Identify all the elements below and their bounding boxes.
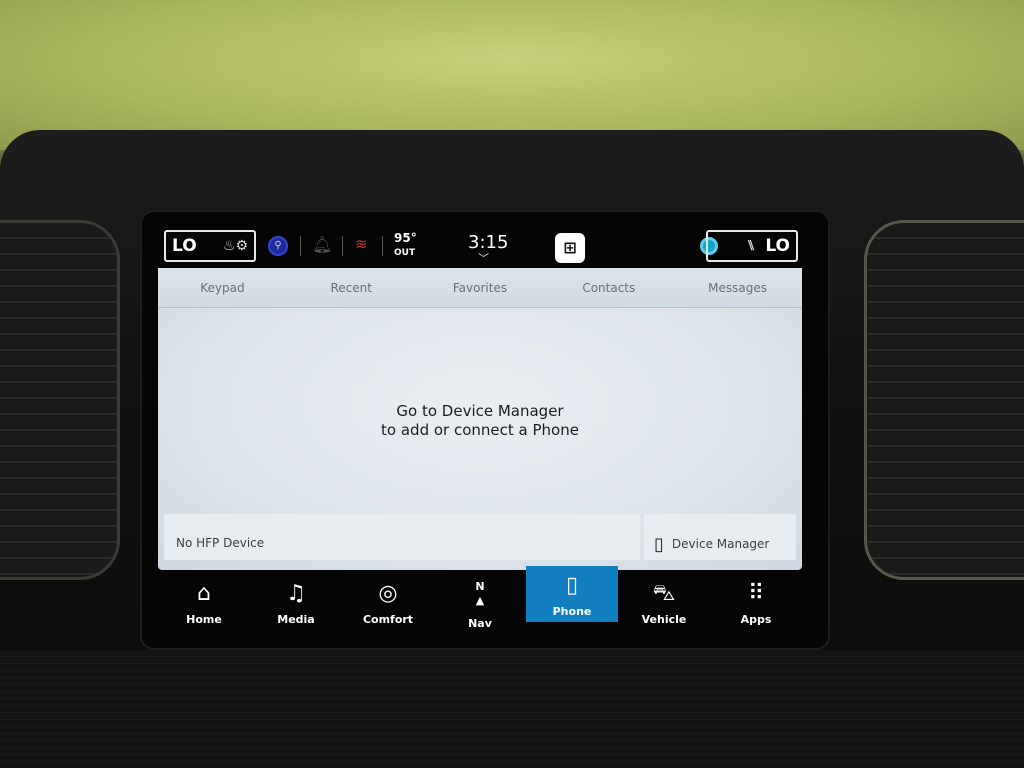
tab-keypad[interactable]: Keypad xyxy=(158,268,287,307)
notification-bell-icon[interactable]: 🔔︎ xyxy=(312,235,332,254)
device-manager-button[interactable]: ▯ Device Manager xyxy=(644,514,796,560)
seat-climate-icon: ◎ xyxy=(378,581,398,606)
nav-vehicle[interactable]: ⛍ Vehicle xyxy=(618,570,710,640)
seat-icon: ⑊ xyxy=(746,238,756,254)
status-bar: LO ♨⚙ ⚲ 🔔︎ ≋ 95° OUT 3:15 ﹀ ⊞ ⑊ LO xyxy=(160,226,802,268)
tab-contacts[interactable]: Contacts xyxy=(544,268,673,307)
background-wall xyxy=(0,0,1024,150)
message-line-1: Go to Device Manager xyxy=(396,402,564,420)
heated-seat-icon: ♨⚙ xyxy=(222,238,248,254)
outside-temp-value: 95° xyxy=(394,231,417,245)
chevron-down-icon[interactable]: ﹀ xyxy=(478,250,489,266)
voice-mic-icon[interactable]: ⚲ xyxy=(268,236,288,256)
bottom-nav-bar: ⌂ Home ♫ Media ◎ Comfort N ▲ Nav ▯ Phone … xyxy=(158,566,802,640)
music-note-icon: ♫ xyxy=(286,581,306,606)
nav-apps[interactable]: ⠿ Apps xyxy=(710,570,802,640)
wifi-icon: ≋ xyxy=(355,235,368,253)
compass-icon: N ▲ xyxy=(475,580,485,607)
left-air-vent xyxy=(0,220,120,580)
home-icon: ⌂ xyxy=(197,581,211,606)
tab-recent[interactable]: Recent xyxy=(287,268,416,307)
nav-nav[interactable]: N ▲ Nav xyxy=(434,570,526,640)
apps-grid-icon: ⠿ xyxy=(747,581,765,606)
phone-screen: Keypad Recent Favorites Contacts Message… xyxy=(158,268,802,570)
phone-icon: ▯ xyxy=(565,573,579,598)
device-status: No HFP Device xyxy=(164,514,640,560)
nav-phone[interactable]: ▯ Phone xyxy=(526,566,618,622)
phone-settings-icon: ▯ xyxy=(654,533,664,555)
passenger-temp-value: LO xyxy=(765,236,790,256)
nav-media[interactable]: ♫ Media xyxy=(250,570,342,640)
driver-temp-value: LO xyxy=(172,236,197,256)
phone-tabs: Keypad Recent Favorites Contacts Message… xyxy=(158,268,802,308)
device-manager-label: Device Manager xyxy=(671,537,770,551)
driver-temp-button[interactable]: LO ♨⚙ xyxy=(164,230,256,262)
message-line-2: to add or connect a Phone xyxy=(381,421,579,439)
outside-temperature: 95° OUT xyxy=(394,231,417,259)
apps-shortcut-icon[interactable]: ⊞ xyxy=(555,233,585,263)
lower-dashboard xyxy=(0,650,1024,768)
passenger-temp-button[interactable]: ⑊ LO xyxy=(706,230,798,262)
right-air-vent xyxy=(864,220,1024,580)
car-icon: ⛍ xyxy=(652,581,676,606)
nav-comfort[interactable]: ◎ Comfort xyxy=(342,570,434,640)
outside-temp-label: OUT xyxy=(394,248,416,258)
connect-message: Go to Device Manager to add or connect a… xyxy=(158,402,802,440)
tab-favorites[interactable]: Favorites xyxy=(416,268,545,307)
tab-messages[interactable]: Messages xyxy=(673,268,802,307)
nav-home[interactable]: ⌂ Home xyxy=(158,570,250,640)
